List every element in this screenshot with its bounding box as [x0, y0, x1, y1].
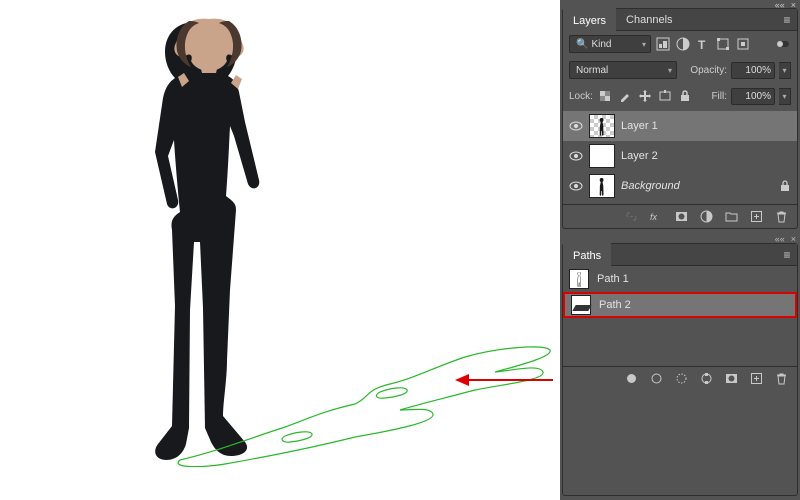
annotation-arrow — [455, 371, 555, 389]
path-thumb[interactable] — [569, 269, 589, 289]
paths-collapse-bar: «« × — [560, 233, 800, 243]
paths-footer — [563, 366, 797, 390]
lock-brush-icon[interactable] — [617, 88, 633, 104]
paths-tabs: Paths ≡ — [563, 244, 797, 266]
selection-path-icon[interactable] — [673, 371, 689, 387]
path-name: Path 1 — [597, 273, 629, 285]
paths-list: Path 1 Path 2 — [563, 266, 797, 366]
fill-value[interactable]: 100% — [731, 88, 775, 105]
fx-icon[interactable]: fx — [648, 209, 664, 225]
visibility-icon[interactable] — [569, 179, 583, 193]
opacity-label: Opacity: — [690, 65, 727, 76]
close-icon[interactable]: × — [791, 234, 796, 243]
paths-panel: Paths ≡ Path 1 Path 2 — [562, 243, 798, 496]
path-item-path1[interactable]: Path 1 — [563, 266, 797, 292]
layer-thumb[interactable] — [589, 174, 615, 198]
trash-icon[interactable] — [773, 209, 789, 225]
shadow-path-outline — [155, 342, 555, 467]
new-path-icon[interactable] — [748, 371, 764, 387]
lock-icon — [779, 180, 791, 192]
trash-icon[interactable] — [773, 371, 789, 387]
layer-thumb[interactable] — [589, 144, 615, 168]
layer-item-layer2[interactable]: Layer 2 — [563, 141, 797, 171]
mask-path-icon[interactable] — [723, 371, 739, 387]
filter-adjust-icon[interactable] — [675, 36, 691, 52]
lock-label: Lock: — [569, 91, 593, 102]
filter-smart-icon[interactable] — [735, 36, 751, 52]
filter-type-icon[interactable]: T — [695, 36, 711, 52]
blend-mode-select[interactable]: Normal▾ — [569, 61, 677, 79]
svg-text:fx: fx — [650, 212, 658, 222]
layer-filter-row: 🔍 Kind ▾ T — [563, 31, 797, 57]
lock-artboard-icon[interactable] — [657, 88, 673, 104]
filter-kind-select[interactable]: 🔍 Kind ▾ — [569, 35, 651, 53]
collapse-icon[interactable]: «« — [775, 234, 785, 243]
layer-name: Background — [621, 180, 680, 192]
layer-item-background[interactable]: Background — [563, 171, 797, 201]
group-icon[interactable] — [723, 209, 739, 225]
stroke-path-icon[interactable] — [648, 371, 664, 387]
tab-channels[interactable]: Channels — [616, 9, 682, 31]
path-from-selection-icon[interactable] — [698, 371, 714, 387]
visibility-icon[interactable] — [569, 149, 583, 163]
layers-footer: fx — [563, 204, 797, 228]
visibility-icon[interactable] — [569, 119, 583, 133]
panel-menu-icon[interactable]: ≡ — [777, 13, 797, 27]
lock-transparent-icon[interactable] — [597, 88, 613, 104]
layer-thumb[interactable] — [589, 114, 615, 138]
filter-shape-icon[interactable] — [715, 36, 731, 52]
lock-all-icon[interactable] — [677, 88, 693, 104]
fill-caret[interactable]: ▾ — [779, 88, 791, 105]
filter-toggle-icon[interactable] — [775, 36, 791, 52]
layer-name: Layer 2 — [621, 150, 658, 162]
opacity-value[interactable]: 100% — [731, 62, 775, 79]
filter-pixel-icon[interactable] — [655, 36, 671, 52]
path-name: Path 2 — [599, 299, 631, 311]
tab-layers[interactable]: Layers — [563, 8, 616, 32]
path-item-path2[interactable]: Path 2 — [563, 292, 797, 318]
fill-label: Fill: — [711, 91, 727, 102]
svg-text:T: T — [698, 38, 706, 51]
layer-list: Layer 1 Layer 2 Background — [563, 109, 797, 204]
lock-fill-row: Lock: Fill: 100% ▾ — [563, 83, 797, 109]
panel-menu-icon[interactable]: ≡ — [777, 248, 797, 262]
adjustment-icon[interactable] — [698, 209, 714, 225]
mask-icon[interactable] — [673, 209, 689, 225]
canvas[interactable] — [0, 0, 560, 500]
layers-tabs: Layers Channels ≡ — [563, 9, 797, 31]
tab-paths[interactable]: Paths — [563, 243, 611, 267]
link-icon[interactable] — [623, 209, 639, 225]
layer-name: Layer 1 — [621, 120, 658, 132]
lock-move-icon[interactable] — [637, 88, 653, 104]
fill-path-icon[interactable] — [623, 371, 639, 387]
panels-column: «« × Layers Channels ≡ 🔍 Kind ▾ T Normal — [560, 0, 800, 500]
layers-panel: Layers Channels ≡ 🔍 Kind ▾ T Normal▾ Opa… — [562, 8, 798, 229]
path-thumb[interactable] — [571, 295, 591, 315]
new-layer-icon[interactable] — [748, 209, 764, 225]
opacity-caret[interactable]: ▾ — [779, 62, 791, 79]
blend-opacity-row: Normal▾ Opacity: 100% ▾ — [563, 57, 797, 83]
layer-item-layer1[interactable]: Layer 1 — [563, 111, 797, 141]
